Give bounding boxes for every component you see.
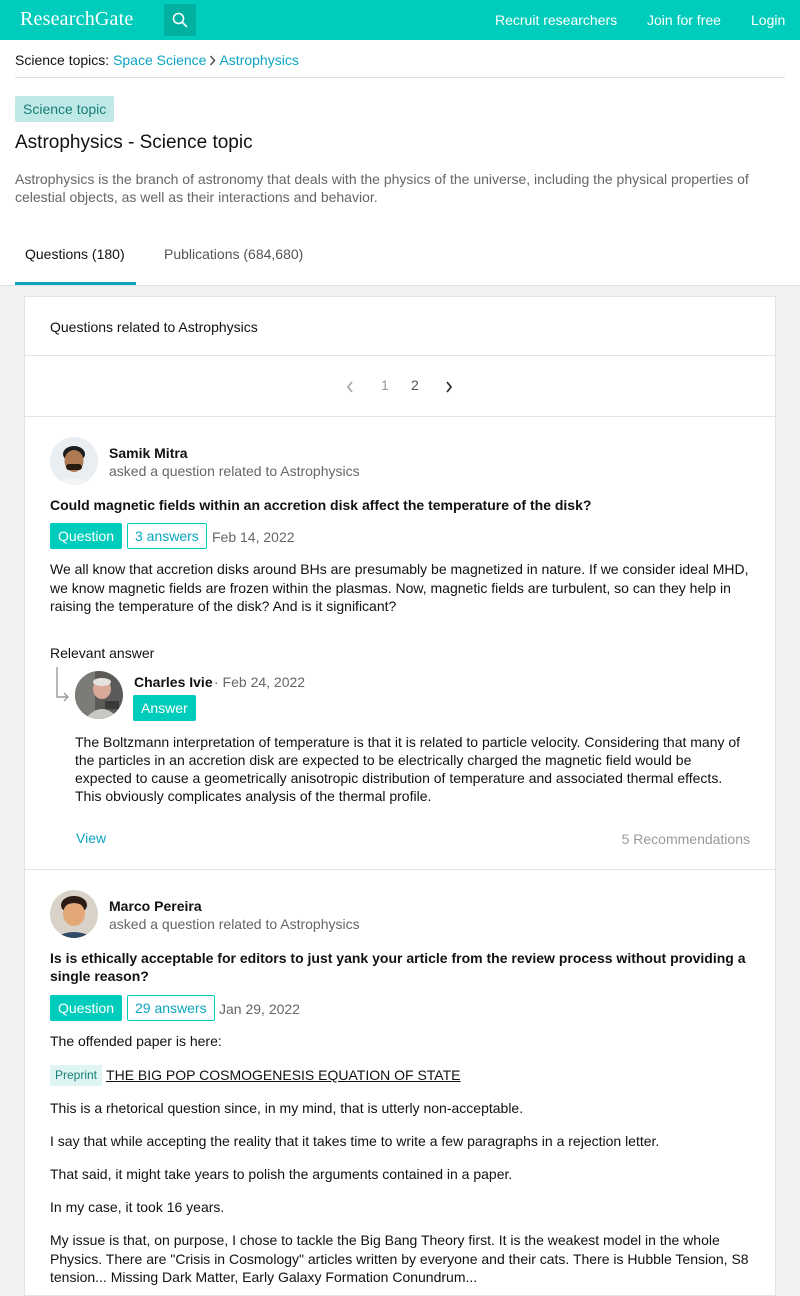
join-for-free-link[interactable]: Join for free bbox=[647, 12, 721, 28]
question-paragraph: In my case, it took 16 years. bbox=[50, 1199, 225, 1215]
author-name[interactable]: Marco Pereira bbox=[109, 898, 202, 914]
login-link[interactable]: Login bbox=[751, 12, 785, 28]
chevron-right-icon[interactable] bbox=[445, 381, 453, 393]
question-paragraph: That said, it might take years to polish… bbox=[50, 1166, 513, 1182]
chevron-right-icon bbox=[210, 55, 217, 66]
author-name[interactable]: Samik Mitra bbox=[109, 445, 188, 461]
tab-questions[interactable]: Questions (180) bbox=[15, 246, 136, 285]
question-paragraph: The offended paper is here: bbox=[50, 1033, 222, 1049]
recruit-researchers-link[interactable]: Recruit researchers bbox=[495, 12, 617, 28]
preprint-badge: Preprint bbox=[50, 1065, 103, 1086]
recommendations-count: 5 Recommendations bbox=[621, 831, 750, 847]
answer-author-name[interactable]: Charles Ivie bbox=[134, 674, 213, 690]
view-answer-link[interactable]: View bbox=[76, 830, 106, 846]
divider bbox=[25, 355, 775, 356]
question-tag: Question bbox=[50, 995, 123, 1021]
answer-body: The Boltzmann interpretation of temperat… bbox=[75, 734, 741, 804]
question-paragraph: I say that while accepting the reality t… bbox=[50, 1133, 660, 1149]
answer-date: · Feb 24, 2022 bbox=[214, 674, 306, 690]
breadcrumb-item-space-science[interactable]: Space Science bbox=[113, 52, 206, 68]
divider bbox=[25, 416, 775, 417]
question-paragraph: My issue is that, on purpose, I chose to… bbox=[50, 1232, 749, 1285]
answer-tag: Answer bbox=[133, 695, 196, 721]
avatar[interactable] bbox=[75, 671, 123, 719]
avatar[interactable] bbox=[50, 437, 98, 485]
topic-header: Science topics: Space Science Astrophysic… bbox=[0, 40, 800, 286]
questions-card: Questions related to Astrophysics 1 2 Sa… bbox=[24, 296, 776, 1296]
search-button[interactable] bbox=[164, 4, 196, 36]
question-title[interactable]: Is is ethically acceptable for editors t… bbox=[50, 949, 760, 985]
tab-publications[interactable]: Publications (684,680) bbox=[164, 246, 303, 262]
chevron-left-icon[interactable] bbox=[346, 381, 354, 393]
breadcrumb: Science topics: Space Science Astrophysic… bbox=[15, 52, 299, 68]
page-2-link[interactable]: 2 bbox=[411, 377, 419, 393]
researchgate-logo[interactable]: ResearchGate bbox=[20, 8, 133, 31]
reply-arrow-icon bbox=[56, 667, 69, 702]
asked-label: asked a question related to Astrophysics bbox=[109, 463, 360, 479]
preprint-reference: Preprint THE BIG POP COSMOGENESIS EQUATIO… bbox=[50, 1065, 755, 1086]
avatar-image bbox=[50, 437, 98, 485]
question-body: We all know that accretion disks around … bbox=[50, 561, 749, 614]
science-topic-badge: Science topic bbox=[15, 96, 115, 122]
card-heading: Questions related to Astrophysics bbox=[50, 319, 258, 335]
question-title[interactable]: Could magnetic fields within an accretio… bbox=[50, 496, 760, 514]
top-bar: ResearchGate Recruit researchers Join fo… bbox=[0, 0, 800, 40]
divider bbox=[25, 869, 775, 870]
avatar-image bbox=[75, 671, 123, 719]
divider bbox=[15, 77, 785, 78]
avatar-image bbox=[50, 890, 98, 938]
asked-label: asked a question related to Astrophysics bbox=[109, 916, 360, 932]
question-date: Jan 29, 2022 bbox=[219, 1001, 300, 1017]
page-title: Astrophysics - Science topic bbox=[15, 132, 253, 153]
relevant-answer-label: Relevant answer bbox=[50, 645, 155, 661]
answers-count-badge[interactable]: 29 answers bbox=[127, 995, 215, 1021]
question-tag: Question bbox=[50, 523, 123, 549]
question-paragraph: This is a rhetorical question since, in … bbox=[50, 1100, 524, 1116]
answers-count-badge[interactable]: 3 answers bbox=[127, 523, 207, 549]
preprint-title-link[interactable]: THE BIG POP COSMOGENESIS EQUATION OF STA… bbox=[106, 1067, 460, 1083]
question-date: Feb 14, 2022 bbox=[212, 529, 295, 545]
page-1-link[interactable]: 1 bbox=[381, 377, 389, 393]
topic-description: Astrophysics is the branch of astronomy … bbox=[15, 171, 749, 205]
avatar[interactable] bbox=[50, 890, 98, 938]
breadcrumb-item-astrophysics[interactable]: Astrophysics bbox=[219, 52, 298, 68]
search-icon bbox=[172, 12, 188, 28]
breadcrumb-prefix: Science topics: bbox=[15, 52, 110, 68]
